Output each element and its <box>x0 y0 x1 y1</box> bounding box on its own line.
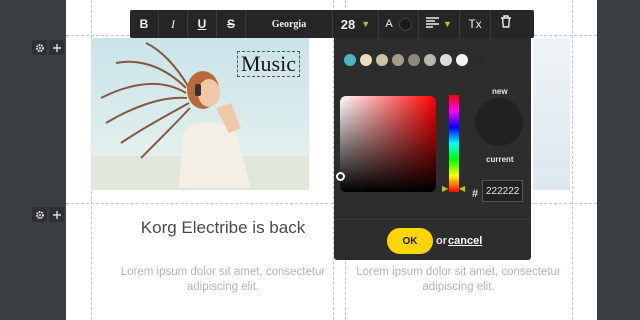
secondary-image[interactable] <box>533 38 570 190</box>
image-text-box[interactable]: Music <box>237 51 300 77</box>
saturation-value-area[interactable] <box>340 96 436 192</box>
headline-text[interactable]: Korg Electribe is back <box>100 218 346 238</box>
color-preview <box>475 98 523 146</box>
body-text[interactable]: Lorem ipsum dolor sit amet, consectetur … <box>100 265 346 295</box>
font-size-select[interactable]: 28 ▼ <box>333 10 379 38</box>
preset-swatch[interactable] <box>344 54 356 66</box>
preset-swatch[interactable] <box>456 54 468 66</box>
preset-swatch[interactable] <box>360 54 372 66</box>
gear-icon[interactable] <box>32 207 47 222</box>
delete-button[interactable] <box>491 10 521 38</box>
move-icon[interactable] <box>49 207 64 222</box>
or-label: or <box>436 235 447 247</box>
hue-marker-right-icon: ◀ <box>459 184 466 193</box>
body-text[interactable]: Lorem ipsum dolor sit amet, consectetur … <box>345 265 572 295</box>
underline-button[interactable]: U <box>188 10 217 38</box>
font-family-value: Georgia <box>271 18 307 30</box>
italic-button[interactable]: I <box>159 10 188 38</box>
picker-footer: OK or cancel <box>334 219 531 260</box>
clear-format-icon: Tx <box>468 17 482 31</box>
move-icon[interactable] <box>49 40 64 55</box>
hue-slider[interactable] <box>449 95 459 192</box>
preset-swatch[interactable] <box>440 54 452 66</box>
current-color-label: current <box>486 155 514 164</box>
gear-icon[interactable] <box>32 40 47 55</box>
cancel-link[interactable]: cancel <box>448 235 482 247</box>
bold-button[interactable]: B <box>130 10 159 38</box>
chevron-down-icon: ▼ <box>443 19 452 29</box>
clear-format-button[interactable]: Tx <box>460 10 491 38</box>
text-color-letter: A <box>385 18 393 30</box>
align-select[interactable]: ▼ <box>419 10 460 38</box>
preset-swatches <box>344 54 484 66</box>
chevron-down-icon: ▼ <box>361 19 371 29</box>
strikethrough-button[interactable]: S <box>217 10 246 38</box>
font-size-value: 28 <box>340 16 356 32</box>
trash-icon <box>500 15 512 33</box>
preset-swatch[interactable] <box>392 54 404 66</box>
align-left-icon <box>426 15 440 33</box>
text-color-button[interactable]: A <box>379 10 419 38</box>
guide-line <box>572 0 573 320</box>
block-controls <box>32 207 64 222</box>
sv-cursor-handle[interactable] <box>336 172 345 181</box>
preset-swatch[interactable] <box>424 54 436 66</box>
hex-input[interactable] <box>482 180 523 202</box>
text-format-toolbar: B I U S Georgia 28 ▼ A ▼ Tx <box>130 10 534 38</box>
preset-swatch[interactable] <box>376 54 388 66</box>
hue-marker-left-icon: ▶ <box>442 184 449 193</box>
ok-button[interactable]: OK <box>387 228 433 254</box>
preset-swatch[interactable] <box>408 54 420 66</box>
block-controls <box>32 40 64 55</box>
new-color-label: new <box>492 87 508 96</box>
color-picker-popup: ▶ ◀ new current # OK or cancel <box>334 38 531 260</box>
font-family-select[interactable]: Georgia <box>246 10 333 38</box>
preset-swatch[interactable] <box>472 54 484 66</box>
current-color-swatch <box>398 17 412 31</box>
right-gutter <box>597 0 640 320</box>
hex-hash-label: # <box>472 188 479 200</box>
